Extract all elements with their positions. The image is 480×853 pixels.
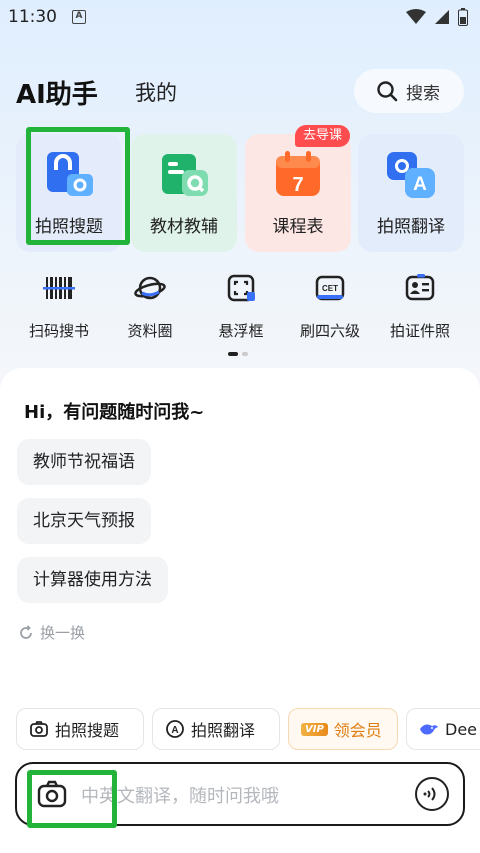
quick-photo-search[interactable]: 拍照搜题 bbox=[16, 708, 144, 750]
card-label: 教材教辅 bbox=[150, 217, 218, 237]
calendar-icon: 7 bbox=[276, 151, 320, 196]
cet-icon: CET bbox=[315, 275, 345, 301]
quick-label: 拍照搜题 bbox=[55, 721, 120, 740]
tab-mine[interactable]: 我的 bbox=[135, 77, 177, 107]
tool-id-photo[interactable]: 拍证件照 bbox=[374, 272, 466, 342]
refresh-button[interactable]: 换一换 bbox=[18, 622, 85, 643]
calendar-day: 7 bbox=[292, 174, 303, 196]
quick-photo-translate[interactable]: A 拍照翻译 bbox=[152, 708, 280, 750]
refresh-icon bbox=[20, 624, 32, 639]
header: AI助手 我的 搜索 bbox=[0, 64, 480, 120]
chat-greeting: Hi，有问题随时问我~ bbox=[24, 402, 205, 423]
chat-panel: Hi，有问题随时问我~ 教师节祝福语 北京天气预报 计算器使用方法 换一换 拍照… bbox=[0, 368, 480, 853]
tool-label: 拍证件照 bbox=[389, 322, 450, 340]
tool-label: 悬浮框 bbox=[218, 322, 264, 340]
notification-icon: A bbox=[72, 10, 86, 24]
tool-label: 扫码搜书 bbox=[28, 322, 89, 340]
tool-label: 刷四六级 bbox=[299, 322, 360, 340]
signal-icon bbox=[435, 10, 449, 24]
quick-label: Dee bbox=[445, 719, 478, 739]
card-schedule[interactable]: 7 课程表 bbox=[245, 134, 351, 252]
search-icon bbox=[377, 81, 398, 102]
status-bar: 11:30 A bbox=[0, 0, 480, 34]
planet-icon bbox=[134, 276, 166, 300]
quick-label: 领会员 bbox=[333, 721, 382, 740]
tool-label: 资料圈 bbox=[127, 322, 173, 340]
voice-button[interactable] bbox=[415, 777, 449, 811]
id-photo-icon bbox=[405, 274, 435, 301]
textbook-icon bbox=[162, 154, 208, 196]
highlight-box-camera bbox=[27, 770, 117, 828]
search-button[interactable]: 搜索 bbox=[354, 69, 464, 113]
translate-icon: A bbox=[166, 720, 184, 738]
course-badge[interactable]: 去导课 bbox=[295, 125, 351, 147]
status-icons bbox=[406, 8, 468, 26]
camera-icon bbox=[30, 721, 48, 737]
svg-text:A: A bbox=[413, 174, 427, 195]
battery-icon bbox=[458, 8, 468, 26]
svg-text:A: A bbox=[171, 725, 178, 736]
card-label: 课程表 bbox=[272, 217, 324, 237]
card-textbook[interactable]: 教材教辅 bbox=[131, 134, 237, 252]
tool-materials[interactable]: 资料圈 bbox=[104, 272, 196, 342]
vip-icon: VIP bbox=[301, 722, 328, 736]
quick-vip[interactable]: VIP 领会员 bbox=[288, 708, 398, 750]
quick-deepseek[interactable]: Dee bbox=[406, 708, 480, 750]
tool-floating-frame[interactable]: 悬浮框 bbox=[195, 272, 287, 342]
page-indicator bbox=[228, 352, 248, 356]
barcode-icon bbox=[43, 277, 75, 299]
card-photo-translate[interactable]: A 拍照翻译 bbox=[358, 134, 464, 252]
suggestion-chip[interactable]: 教师节祝福语 bbox=[17, 439, 151, 485]
refresh-label: 换一换 bbox=[40, 624, 86, 642]
highlight-box-photo-search bbox=[26, 127, 130, 245]
deepseek-icon bbox=[420, 724, 438, 735]
card-label: 拍照翻译 bbox=[377, 217, 445, 237]
wifi-icon bbox=[406, 9, 426, 24]
photo-translate-icon: A bbox=[387, 152, 435, 198]
search-label: 搜索 bbox=[406, 83, 440, 104]
tool-cet[interactable]: CET 刷四六级 bbox=[284, 272, 376, 342]
status-time: 11:30 bbox=[8, 7, 57, 27]
cet-tag: CET bbox=[322, 284, 338, 293]
voice-wave-icon bbox=[423, 787, 436, 801]
suggestion-chip[interactable]: 计算器使用方法 bbox=[17, 557, 168, 603]
suggestion-chip[interactable]: 北京天气预报 bbox=[17, 498, 151, 544]
app-title: AI助手 bbox=[16, 80, 98, 110]
floating-frame-icon bbox=[227, 274, 255, 302]
quick-label: 拍照翻译 bbox=[191, 721, 256, 740]
tool-scan-book[interactable]: 扫码搜书 bbox=[13, 272, 105, 342]
